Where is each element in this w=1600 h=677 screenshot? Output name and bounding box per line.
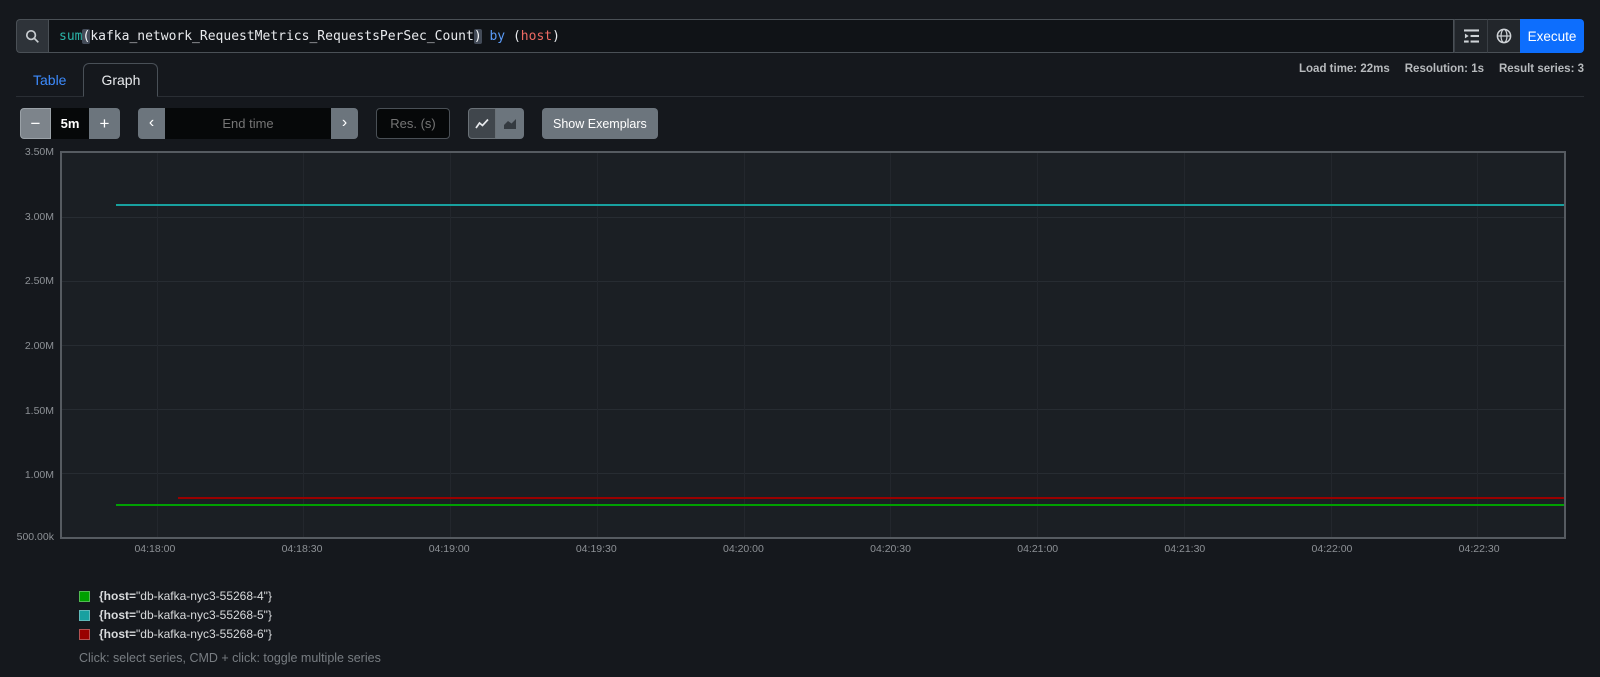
y-tick-label: 2.00M [24,340,54,352]
v-gridline [1477,153,1479,537]
x-tick-label: 04:22:30 [1458,543,1500,555]
resolution-input[interactable] [376,108,450,139]
graph-toolbar: − + ‹ › Show Exemplars [20,108,1584,139]
y-axis: 3.50M 3.00M 2.50M 2.00M 1.50M 1.00M 500.… [0,146,58,543]
load-time-stat: Load time: 22ms [1299,63,1390,75]
v-gridline [1037,153,1039,537]
h-gridline [62,345,1564,346]
line-chart-icon [475,118,489,130]
execute-button[interactable]: Execute [1520,19,1584,53]
query-token-function: sum [59,28,83,44]
end-time-control: ‹ › [138,108,358,139]
show-exemplars-button[interactable]: Show Exemplars [542,108,658,139]
query-token-label-name: host [520,28,553,44]
chevron-left-icon[interactable]: ‹ [138,108,165,139]
y-tick-label: 500.00k [16,531,54,543]
tabs-row: Table Graph Load time: 22ms Resolution: … [16,59,1584,97]
tabs: Table Graph [16,63,159,97]
chevron-right-icon[interactable]: › [331,108,358,139]
series-line-teal[interactable] [116,204,1564,207]
x-tick-label: 04:18:30 [281,543,323,555]
legend-item[interactable]: {host="db-kafka-nyc3-55268-5"} [79,608,1600,622]
legend-hint: Click: select series, CMD + click: toggl… [79,651,381,665]
x-tick-label: 04:21:30 [1164,543,1206,555]
y-tick-label: 3.00M [24,210,54,223]
y-tick-label: 1.00M [24,469,54,482]
search-icon [16,19,48,53]
end-time-input[interactable] [165,108,331,139]
legend-label: {host="db-kafka-nyc3-55268-6"} [99,627,272,641]
range-input[interactable] [51,108,89,139]
y-tick-label: 1.50M [24,404,54,417]
stacked-chart-button[interactable] [496,108,524,139]
legend-swatch-red [79,628,90,640]
v-gridline [450,153,452,537]
h-gridline [62,217,1564,218]
query-stats: Load time: 22ms Resolution: 1s Result se… [1299,63,1584,75]
query-bar: sum(kafka_network_RequestMetrics_Request… [16,19,1584,53]
plot-area[interactable] [60,151,1566,539]
y-tick-label: 3.50M [24,146,54,158]
h-gridline [62,409,1564,410]
query-token-paren: ) [473,28,482,44]
stacked-chart-icon [503,118,517,130]
globe-icon [1496,28,1512,44]
v-gridline [743,153,745,537]
h-gridline [62,472,1564,474]
format-expression-button[interactable] [1454,19,1487,53]
x-axis: 04:18:00 04:18:30 04:19:00 04:19:30 04:2… [60,543,1566,559]
v-gridline [156,153,158,537]
line-chart-button[interactable] [468,108,496,139]
range-control: − + [20,108,120,139]
v-gridline [596,153,598,537]
legend: {host="db-kafka-nyc3-55268-4"} {host="db… [79,589,1600,641]
y-tick-label: 2.50M [24,275,54,288]
x-tick-label: 04:18:00 [134,543,176,555]
h-gridline [62,280,1564,282]
format-expression-icon [1463,29,1479,43]
query-token-metric: kafka_network_RequestMetrics_RequestsPer… [90,28,474,44]
query-token-paren: ( [512,28,521,44]
tab-graph[interactable]: Graph [83,63,159,97]
legend-item[interactable]: {host="db-kafka-nyc3-55268-4"} [79,589,1600,603]
query-expression-input[interactable]: sum(kafka_network_RequestMetrics_Request… [48,19,1454,53]
x-tick-label: 04:20:30 [870,543,911,555]
v-gridline [1330,153,1332,537]
legend-swatch-green [79,590,90,602]
series-line-red[interactable] [177,497,1564,500]
legend-item[interactable]: {host="db-kafka-nyc3-55268-6"} [79,627,1600,641]
tab-table[interactable]: Table [16,64,83,96]
chart-type-toggle [468,108,524,139]
increase-range-button[interactable]: + [89,108,120,139]
metrics-explorer-button[interactable] [1487,19,1520,53]
series-line-green[interactable] [116,503,1564,506]
x-tick-label: 04:21:00 [1017,543,1059,555]
query-token-keyword: by [489,28,506,44]
legend-label: {host="db-kafka-nyc3-55268-5"} [99,608,272,622]
x-tick-label: 04:20:00 [722,543,764,555]
x-tick-label: 04:19:00 [428,543,470,555]
x-tick-label: 04:22:00 [1311,543,1353,555]
x-tick-label: 04:19:30 [575,543,617,555]
v-gridline [890,153,892,537]
legend-label: {host="db-kafka-nyc3-55268-4"} [99,589,272,603]
resolution-stat: Resolution: 1s [1404,63,1484,75]
result-series-stat: Result series: 3 [1498,63,1584,75]
legend-swatch-teal [79,609,90,621]
decrease-range-button[interactable]: − [20,108,51,139]
options-bar: Use local time Enable query history Enab… [0,0,1600,9]
graph-chart: 3.50M 3.00M 2.50M 2.00M 1.50M 1.00M 500.… [0,146,1600,561]
query-token-paren: ( [82,28,91,44]
v-gridline [1183,153,1185,537]
query-token-paren: ) [552,28,560,44]
v-gridline [303,153,305,537]
